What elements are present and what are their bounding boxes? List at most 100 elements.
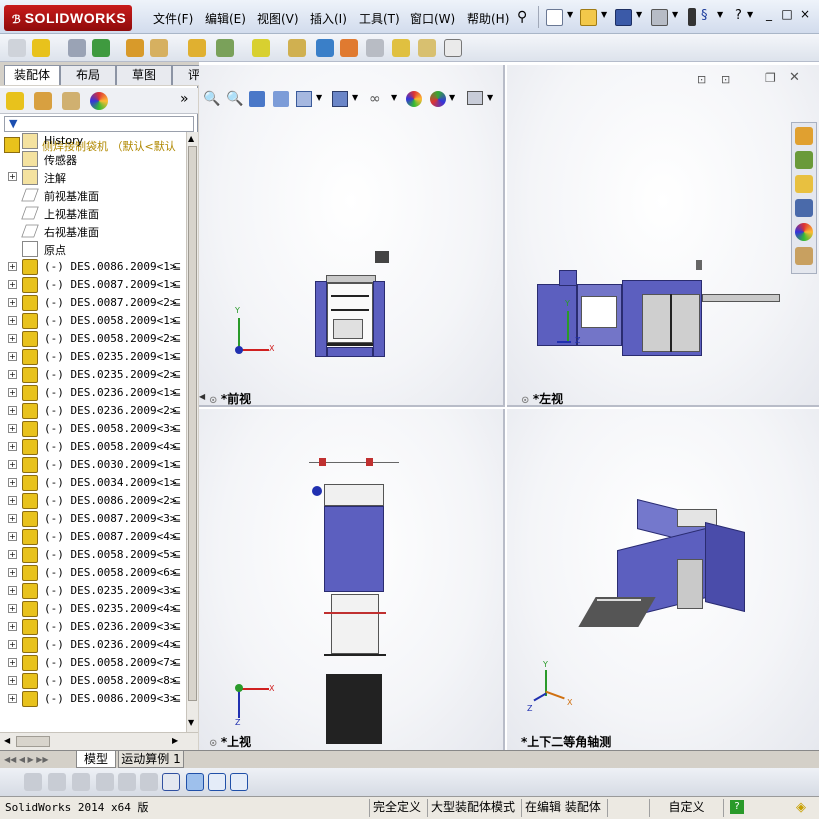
chevron-down-icon[interactable]: ▼ bbox=[717, 10, 723, 19]
scroll-down-icon[interactable]: ▼ bbox=[188, 718, 194, 727]
custom-properties-icon[interactable] bbox=[795, 247, 813, 265]
tree-item[interactable]: 前视基准面 bbox=[0, 186, 186, 204]
tree-component-row[interactable]: + (-) DES.0086.2009<2> ⊆ bbox=[0, 492, 186, 510]
chevron-down-icon[interactable]: ▼ bbox=[567, 10, 573, 19]
smart-fasteners-icon[interactable] bbox=[126, 39, 144, 57]
tree-component-row[interactable]: + (-) DES.0058.2009<8> ⊆ bbox=[0, 672, 186, 690]
tree-item[interactable]: History bbox=[0, 132, 186, 150]
viewport-isometric[interactable]: Y X Z *上下二等角轴测 bbox=[507, 409, 819, 750]
hide-show-items-icon[interactable]: ∞ bbox=[369, 91, 381, 107]
options-icon[interactable]: § bbox=[701, 8, 708, 23]
tree-item[interactable]: + 注解 bbox=[0, 168, 186, 186]
h-scroll-thumb[interactable] bbox=[16, 736, 50, 747]
instant3d-icon[interactable] bbox=[444, 39, 462, 57]
save-icon[interactable] bbox=[615, 9, 632, 26]
close-button[interactable]: × bbox=[796, 7, 814, 21]
solidworks-logo[interactable]: ℬ SOLIDWORKS bbox=[4, 5, 132, 31]
tree-component-row[interactable]: + (-) DES.0235.2009<4> ⊆ bbox=[0, 600, 186, 618]
graphics-area[interactable]: 🔍 🔍 ▼ ▼ ∞ ▼ ▼ ▼ Y X ⊙ *前视 ⊡ ⊡ ❐ ✕ Y Z ⊙ … bbox=[199, 62, 819, 750]
reference-geometry-icon[interactable] bbox=[252, 39, 270, 57]
apply-scene-icon[interactable] bbox=[430, 91, 446, 107]
chevron-down-icon[interactable]: ▼ bbox=[636, 10, 642, 19]
help-icon[interactable]: ? bbox=[735, 8, 742, 23]
tree-component-row[interactable]: + (-) DES.0235.2009<2> ⊆ bbox=[0, 366, 186, 384]
configuration-manager-tab-icon[interactable] bbox=[62, 92, 80, 110]
tree-component-row[interactable]: + (-) DES.0030.2009<1> ⊆ bbox=[0, 456, 186, 474]
view-palette-icon[interactable] bbox=[795, 199, 813, 217]
tab-model[interactable]: 模型 bbox=[76, 751, 116, 768]
tree-item[interactable]: 上视基准面 bbox=[0, 204, 186, 222]
restore-viewport-icon[interactable]: ❐ bbox=[765, 71, 776, 85]
insert-component-icon[interactable] bbox=[8, 39, 26, 57]
chevron-down-icon[interactable]: ▼ bbox=[316, 93, 322, 102]
tree-item[interactable]: 右视基准面 bbox=[0, 222, 186, 240]
expand-icon[interactable]: + bbox=[8, 478, 17, 487]
expand-icon[interactable]: + bbox=[8, 424, 17, 433]
paperclip-icon[interactable] bbox=[68, 39, 86, 57]
edit-appearance-icon[interactable] bbox=[406, 91, 422, 107]
appearances-icon[interactable] bbox=[795, 223, 813, 241]
tree-component-row[interactable]: + (-) DES.0235.2009<3> ⊆ bbox=[0, 582, 186, 600]
two-view-icon[interactable] bbox=[208, 773, 226, 791]
expand-icon[interactable]: + bbox=[8, 694, 17, 703]
scroll-up-icon[interactable]: ▲ bbox=[188, 134, 194, 143]
view-tools-icon[interactable] bbox=[48, 773, 66, 791]
filter-field[interactable]: ▼ bbox=[4, 116, 194, 132]
expand-icon[interactable]: + bbox=[8, 640, 17, 649]
tab-sketch[interactable]: 草图 bbox=[116, 65, 172, 85]
axis-display-icon[interactable] bbox=[162, 773, 180, 791]
chevron-down-icon[interactable]: ▼ bbox=[747, 10, 753, 19]
bill-of-materials-icon[interactable] bbox=[316, 39, 334, 57]
resources-home-icon[interactable] bbox=[795, 127, 813, 145]
tree-component-row[interactable]: + (-) DES.0087.2009<2> ⊆ bbox=[0, 294, 186, 312]
assembly-features-icon[interactable] bbox=[216, 39, 234, 57]
expand-icon[interactable]: + bbox=[8, 370, 17, 379]
expand-icon[interactable]: + bbox=[8, 622, 17, 631]
maximize-button[interactable]: □ bbox=[778, 7, 796, 21]
viewport-front[interactable]: 🔍 🔍 ▼ ▼ ∞ ▼ ▼ ▼ Y X ⊙ *前视 bbox=[199, 65, 505, 407]
tree-component-row[interactable]: + (-) DES.0087.2009<1> ⊆ bbox=[0, 276, 186, 294]
tab-layout[interactable]: 布局 bbox=[60, 65, 116, 85]
collapse-panel-icon[interactable]: ◀ bbox=[199, 392, 205, 401]
new-document-icon[interactable] bbox=[546, 9, 563, 26]
print-icon[interactable] bbox=[651, 9, 668, 26]
chevron-down-icon[interactable]: ▼ bbox=[391, 93, 397, 102]
expand-icon[interactable]: + bbox=[8, 496, 17, 505]
tree-component-row[interactable]: + (-) DES.0235.2009<1> ⊆ bbox=[0, 348, 186, 366]
edges-icon[interactable] bbox=[118, 773, 136, 791]
expand-icon[interactable]: + bbox=[8, 676, 17, 685]
zoom-to-fit-icon[interactable]: 🔍 bbox=[203, 91, 220, 107]
menu-insert[interactable]: 插入(I) bbox=[310, 10, 347, 27]
chevron-down-icon[interactable]: ▼ bbox=[352, 93, 358, 102]
exploded-view-icon[interactable] bbox=[340, 39, 358, 57]
expand-chevron-icon[interactable]: » bbox=[180, 91, 189, 107]
four-view-icon[interactable] bbox=[230, 773, 248, 791]
zoom-area-icon[interactable]: 🔍 bbox=[226, 91, 243, 107]
expand-icon[interactable]: + bbox=[8, 388, 17, 397]
tree-component-row[interactable]: + (-) DES.0236.2009<3> ⊆ bbox=[0, 618, 186, 636]
tree-component-row[interactable]: + (-) DES.0087.2009<4> ⊆ bbox=[0, 528, 186, 546]
hlr-icon[interactable] bbox=[96, 773, 114, 791]
chevron-down-icon[interactable]: ▼ bbox=[672, 10, 678, 19]
expand-icon[interactable]: + bbox=[8, 352, 17, 361]
menu-edit[interactable]: 编辑(E) bbox=[205, 10, 246, 27]
tree-vertical-scrollbar[interactable]: ▲ ▼ bbox=[186, 132, 198, 732]
pin-icon[interactable]: ⚲ bbox=[517, 9, 527, 25]
new-motion-study-icon[interactable] bbox=[288, 39, 306, 57]
interference-detection-icon[interactable] bbox=[392, 39, 410, 57]
tree-component-row[interactable]: + (-) DES.0236.2009<1> ⊆ bbox=[0, 384, 186, 402]
viewport-left[interactable]: ⊡ ⊡ ❐ ✕ Y Z ⊙ *左视 bbox=[507, 65, 819, 407]
tree-item[interactable]: 传感器 bbox=[0, 150, 186, 168]
expand-icon[interactable]: + bbox=[8, 550, 17, 559]
tree-component-row[interactable]: + (-) DES.0058.2009<7> ⊆ bbox=[0, 654, 186, 672]
mate-icon[interactable] bbox=[32, 39, 50, 57]
tile-vertical-icon[interactable]: ⊡ bbox=[721, 73, 730, 86]
chevron-down-icon[interactable]: ▼ bbox=[449, 93, 455, 102]
tree-horizontal-scrollbar[interactable]: ◀ ▶ bbox=[0, 732, 198, 750]
viewport-top[interactable]: X Z ⊙ *上视 bbox=[199, 409, 505, 750]
expand-icon[interactable]: + bbox=[8, 334, 17, 343]
clearance-verification-icon[interactable] bbox=[418, 39, 436, 57]
section-icon[interactable] bbox=[24, 773, 42, 791]
tree-component-row[interactable]: + (-) DES.0086.2009<1> ⊆ bbox=[0, 258, 186, 276]
expand-icon[interactable]: + bbox=[8, 262, 17, 271]
